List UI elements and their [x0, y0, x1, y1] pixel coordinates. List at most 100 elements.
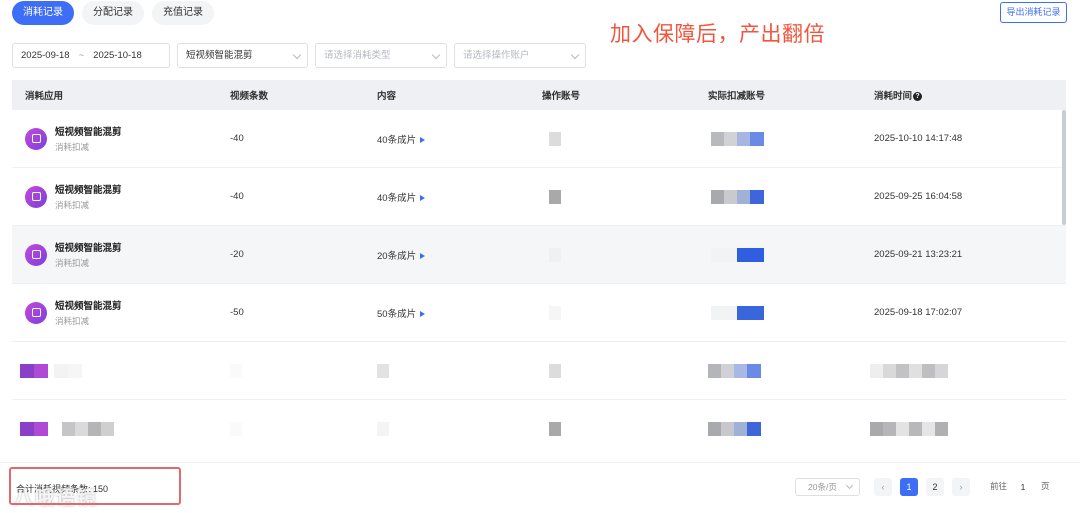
tab-consumption-records[interactable]: 消耗记录: [12, 1, 74, 25]
redacted-cell: [377, 363, 542, 378]
redacted-cell: [708, 363, 874, 378]
video-count: -20: [230, 249, 244, 260]
deduct-account-redacted: [708, 189, 874, 204]
video-count: -40: [230, 133, 244, 144]
app-cell: 短视频智能混剪 消耗扣减: [12, 298, 230, 327]
table-row[interactable]: 短视频智能混剪 消耗扣减 -40 40条成片 2025-10-10 14:17:4…: [12, 110, 1066, 168]
operator-account-redacted: [542, 305, 708, 320]
help-icon[interactable]: ?: [913, 92, 923, 101]
content-link[interactable]: 50条成片: [377, 309, 416, 320]
table-scrollbar[interactable]: [1062, 110, 1066, 225]
deduct-account-redacted: [708, 131, 874, 146]
app-select[interactable]: 短视频智能混剪: [177, 43, 308, 68]
date-separator: ~: [78, 50, 85, 61]
goto-page-input[interactable]: 1: [1012, 478, 1034, 496]
app-cell: 短视频智能混剪 消耗扣减: [12, 124, 230, 153]
content-link[interactable]: 20条成片: [377, 251, 416, 262]
app-cell: 短视频智能混剪 消耗扣减: [12, 182, 230, 211]
play-icon[interactable]: [420, 252, 426, 259]
app-name: 短视频智能混剪: [55, 127, 122, 138]
header-content: 内容: [377, 91, 397, 102]
redacted-cell: [542, 422, 708, 436]
page-unit-label: 页: [1041, 481, 1050, 491]
header-operator-account: 操作账号: [542, 91, 581, 102]
operator-account-redacted: [542, 247, 708, 262]
content-link[interactable]: 40条成片: [377, 135, 416, 146]
redacted-cell: [12, 422, 230, 436]
app-select-value: 短视频智能混剪: [186, 50, 253, 61]
header-time: 消耗时间?: [874, 88, 1064, 102]
operator-account-redacted: [542, 189, 708, 204]
consumption-type-placeholder: 请选择消耗类型: [324, 50, 391, 61]
app-subtitle: 消耗扣减: [55, 142, 90, 152]
table-header: 消耗应用 视频条数 内容 操作账号 实际扣减账号 消耗时间?: [12, 80, 1066, 110]
prev-page-button[interactable]: ‹: [874, 478, 892, 496]
app-subtitle: 消耗扣减: [55, 200, 90, 210]
operator-account-redacted: [542, 131, 708, 146]
header-time-label: 消耗时间: [874, 91, 913, 102]
table-row-redacted: [12, 342, 1066, 400]
date-start: 2025-09-18: [21, 50, 70, 61]
redacted-cell: [12, 363, 230, 378]
content-cell[interactable]: 20条成片: [377, 248, 542, 262]
app-subtitle: 消耗扣减: [55, 258, 90, 268]
app-name: 短视频智能混剪: [55, 243, 122, 254]
next-page-button[interactable]: ›: [952, 478, 970, 496]
redacted-cell: [870, 363, 1060, 378]
header-app: 消耗应用: [25, 91, 64, 102]
chevron-down-icon: [431, 50, 441, 60]
chevron-down-icon: [570, 50, 580, 60]
page-1-button[interactable]: 1: [900, 478, 918, 496]
time-cell: 2025-09-25 16:04:58: [874, 191, 963, 202]
chevron-down-icon: [845, 481, 854, 490]
content-link[interactable]: 40条成片: [377, 193, 416, 204]
page-size-select[interactable]: 20条/页: [795, 478, 860, 496]
tab-recharge-records[interactable]: 充值记录: [152, 1, 214, 25]
video-mix-icon: [25, 301, 47, 324]
export-button[interactable]: 导出消耗记录: [1000, 2, 1067, 23]
chevron-down-icon: [292, 50, 302, 60]
content-cell[interactable]: 40条成片: [377, 132, 542, 146]
play-icon[interactable]: [420, 136, 426, 143]
consumption-type-select[interactable]: 请选择消耗类型: [315, 43, 447, 68]
header-deduct-account: 实际扣减账号: [708, 91, 766, 102]
video-mix-icon: [25, 127, 47, 150]
operation-account-placeholder: 请选择操作账户: [463, 50, 530, 61]
redacted-cell: [230, 363, 377, 378]
record-tabs: 消耗记录 分配记录 充值记录: [12, 1, 214, 25]
redacted-cell: [542, 363, 708, 378]
video-count: -50: [230, 307, 244, 318]
redacted-cell: [870, 422, 1060, 436]
table-row[interactable]: 短视频智能混剪 消耗扣减 -20 20条成片 2025-09-21 13:23:2…: [12, 226, 1066, 284]
redacted-cell: [708, 422, 874, 436]
app-name: 短视频智能混剪: [55, 185, 122, 196]
date-range-picker[interactable]: 2025-09-18 ~ 2025-10-18: [12, 43, 170, 68]
table-row[interactable]: 短视频智能混剪 消耗扣减 -40 40条成片 2025-09-25 16:04:5…: [12, 168, 1066, 226]
time-cell: 2025-09-18 17:02:07: [874, 307, 963, 318]
app-cell: 短视频智能混剪 消耗扣减: [12, 240, 230, 269]
table-footer: 合计消耗视频条数: 150 八哦语镜 20条/页 ‹ 1 2 › 前往 1 页: [0, 462, 1080, 513]
app-subtitle: 消耗扣减: [55, 316, 90, 326]
tab-allocation-records[interactable]: 分配记录: [82, 1, 144, 25]
video-count: -40: [230, 191, 244, 202]
operation-account-select[interactable]: 请选择操作账户: [454, 43, 586, 68]
content-cell[interactable]: 40条成片: [377, 190, 542, 204]
goto-label: 前往: [990, 481, 1008, 491]
content-cell[interactable]: 50条成片: [377, 306, 542, 320]
play-icon[interactable]: [420, 194, 426, 201]
highlight-box: [9, 467, 181, 505]
consumption-table: 消耗应用 视频条数 内容 操作账号 实际扣减账号 消耗时间? 短视频智能混剪 消耗…: [12, 80, 1066, 458]
annotation-text: 加入保障后，产出翻倍: [610, 23, 825, 46]
redacted-cell: [377, 422, 542, 436]
deduct-account-redacted: [708, 247, 874, 262]
redacted-cell: [230, 422, 377, 436]
app-name: 短视频智能混剪: [55, 301, 122, 312]
play-icon[interactable]: [420, 310, 426, 317]
table-row[interactable]: 短视频智能混剪 消耗扣减 -50 50条成片 2025-09-18 17:02:0…: [12, 284, 1066, 342]
page-2-button[interactable]: 2: [926, 478, 944, 496]
time-cell: 2025-09-21 13:23:21: [874, 249, 963, 260]
header-video-count: 视频条数: [230, 91, 269, 102]
table-row-redacted: [12, 400, 1066, 458]
page-size-value: 20条/页: [808, 482, 837, 492]
video-mix-icon: [25, 185, 47, 208]
